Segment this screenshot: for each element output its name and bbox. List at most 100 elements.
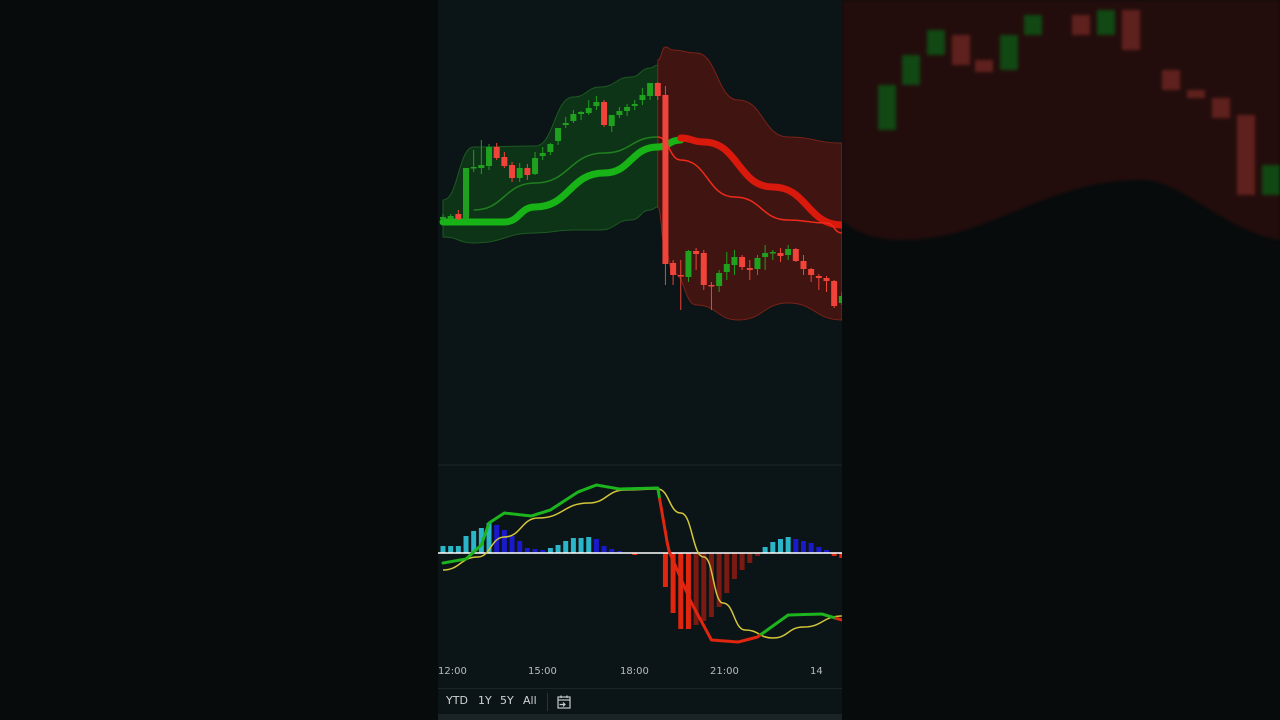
histogram-bar: [517, 541, 523, 553]
histogram-bar: [601, 546, 607, 553]
bands-layer: [442, 46, 842, 321]
histogram-bar: [448, 546, 454, 553]
candle-body: [585, 108, 592, 113]
candle-body: [478, 165, 485, 168]
candle-body: [831, 281, 838, 306]
candle-body: [631, 104, 638, 106]
histogram-bar: [555, 545, 561, 553]
histogram-bar: [724, 553, 730, 593]
time-axis-label: 21:00: [710, 666, 739, 677]
histogram-bar: [593, 539, 599, 553]
range-all-button[interactable]: All: [523, 694, 537, 707]
candle-body: [493, 147, 500, 158]
range-1y-button[interactable]: 1Y: [478, 694, 492, 707]
candle-body: [455, 214, 462, 219]
histogram-bar: [785, 537, 791, 553]
candle: [792, 248, 799, 262]
candle-body: [792, 249, 799, 261]
macd-lines-layer: [441, 483, 842, 644]
candle-body: [639, 95, 646, 100]
histogram-bar: [708, 553, 714, 617]
histogram-bar: [662, 553, 668, 587]
candle-body: [762, 253, 769, 257]
histogram-bar: [455, 546, 461, 553]
price-and-macd-chart[interactable]: [438, 0, 842, 688]
candle-body: [624, 107, 631, 111]
histogram-bar: [509, 536, 515, 553]
range-ytd-button[interactable]: YTD: [446, 694, 468, 707]
toolbar-divider: [547, 693, 548, 711]
candle: [700, 250, 707, 290]
candle-body: [838, 296, 842, 303]
candle-body: [470, 167, 477, 169]
candle-body: [654, 83, 661, 96]
candle-body: [555, 128, 562, 141]
histogram-bar: [793, 539, 799, 553]
candle-body: [547, 144, 554, 152]
candle-body: [677, 275, 684, 277]
candle-body: [616, 111, 623, 115]
candle-body: [593, 102, 600, 106]
candle-body: [447, 216, 454, 219]
blurred-chart-decoration: [842, 0, 1280, 240]
chart-panel[interactable]: 12:00 15:00 18:00 21:00 14 YTD 1Y 5Y All: [438, 0, 842, 720]
histogram-bar: [770, 542, 776, 553]
candle-body: [700, 253, 707, 285]
candle-body: [486, 147, 493, 166]
candle-body: [754, 258, 761, 269]
macd-line-segment: [759, 612, 838, 636]
candle-body: [777, 253, 784, 256]
histogram-bar: [808, 543, 814, 553]
candle-body: [739, 257, 746, 267]
candle-body: [670, 263, 677, 275]
histogram-bar: [463, 536, 469, 553]
time-axis-label: 15:00: [528, 666, 557, 677]
candle-body: [693, 251, 700, 254]
blurred-chart-background: [842, 0, 1280, 720]
candle-body: [539, 153, 546, 156]
time-axis-label: 12:00: [438, 666, 467, 677]
histogram-bar: [800, 541, 806, 553]
candle-body: [723, 264, 730, 272]
candle-body: [785, 249, 792, 255]
histogram-bar: [440, 546, 446, 553]
candle-body: [815, 276, 822, 278]
histogram-bar: [501, 530, 507, 553]
candle-body: [601, 102, 608, 125]
range-5y-button[interactable]: 5Y: [500, 694, 514, 707]
candle: [463, 168, 470, 220]
histogram-bar: [816, 547, 822, 553]
candle-body: [808, 269, 815, 275]
calendar-goto-icon[interactable]: [556, 694, 572, 710]
histogram-bar: [762, 547, 768, 553]
candle-body: [731, 257, 738, 265]
time-axis-label: 14: [810, 666, 823, 677]
candle-body: [769, 252, 776, 254]
candle-body: [662, 95, 669, 264]
histogram-bar: [731, 553, 737, 579]
histogram-bar: [701, 553, 707, 621]
candle-body: [562, 123, 569, 125]
candle-body: [570, 114, 577, 121]
candle-body: [516, 168, 523, 178]
macd-line-segment: [834, 616, 842, 622]
macd-histogram-layer: [440, 523, 842, 629]
candle-body: [800, 261, 807, 269]
range-toolbar: YTD 1Y 5Y All: [438, 688, 842, 715]
candle-body: [647, 83, 654, 96]
histogram-bar: [570, 538, 576, 553]
histogram-bar: [777, 539, 783, 553]
candle-body: [746, 268, 753, 270]
histogram-bar: [578, 538, 584, 553]
candle-body: [823, 278, 830, 281]
candle-body: [463, 168, 470, 219]
candle-body: [501, 157, 508, 166]
candle: [662, 86, 669, 285]
candle: [670, 260, 677, 285]
candle-body: [524, 168, 531, 175]
candle-body: [716, 273, 723, 286]
candle: [601, 100, 608, 127]
bottom-scroll-strip[interactable]: [438, 714, 842, 720]
candle-body: [708, 285, 715, 287]
histogram-bar: [563, 541, 569, 553]
